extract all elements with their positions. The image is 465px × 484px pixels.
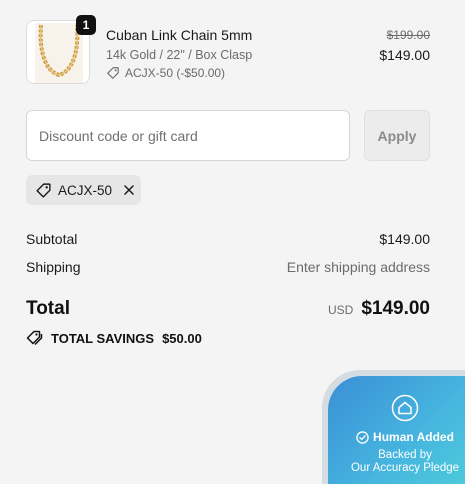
apply-button[interactable]: Apply bbox=[364, 110, 430, 161]
shipping-label: Shipping bbox=[26, 259, 81, 275]
total-amount: $149.00 bbox=[361, 298, 430, 319]
savings-label: TOTAL SAVINGS bbox=[51, 330, 155, 346]
subtotal-value: $149.00 bbox=[379, 231, 430, 247]
subtotal-label: Subtotal bbox=[26, 231, 78, 247]
item-price: $149.00 bbox=[379, 47, 430, 63]
currency-code: USD bbox=[327, 303, 354, 317]
discount-code-input[interactable] bbox=[26, 110, 350, 161]
badge-title-row: Human Added bbox=[328, 430, 465, 444]
subtotal-row: Subtotal $149.00 bbox=[26, 231, 430, 249]
shipping-value: Enter shipping address bbox=[286, 259, 430, 275]
savings-value: $50.00 bbox=[162, 330, 202, 346]
quantity-badge: 1 bbox=[76, 15, 96, 35]
tag-icon bbox=[36, 182, 51, 198]
accuracy-pledge-badge[interactable]: Human Added Backed by Our Accuracy Pledg… bbox=[322, 370, 465, 484]
badge-panel: Human Added Backed by Our Accuracy Pledg… bbox=[328, 376, 465, 484]
badge-title: Human Added bbox=[373, 430, 454, 444]
applied-discount-chip: ACJX-50 bbox=[26, 175, 141, 205]
tags-icon bbox=[26, 330, 43, 346]
total-amount-group: USD $149.00 bbox=[328, 298, 430, 320]
close-icon[interactable] bbox=[122, 183, 136, 197]
total-savings: TOTAL SAVINGS $50.00 bbox=[26, 329, 202, 347]
original-price: $199.00 bbox=[386, 28, 430, 42]
shield-house-icon bbox=[391, 394, 419, 422]
badge-line-1: Backed by bbox=[378, 449, 432, 461]
tag-icon bbox=[107, 67, 119, 79]
line-item-discount-text: ACJX-50 (-$50.00) bbox=[125, 66, 226, 80]
product-name: Cuban Link Chain 5mm bbox=[106, 27, 253, 43]
applied-discount-code: ACJX-50 bbox=[58, 182, 113, 198]
total-label: Total bbox=[26, 298, 70, 319]
line-item: 1 Cuban Link Chain 5mm 14k Gold / 22" / … bbox=[26, 15, 430, 86]
badge-subtitle: Backed by Our Accuracy Pledge bbox=[328, 449, 465, 475]
shipping-row: Shipping Enter shipping address bbox=[26, 259, 430, 277]
line-item-discount: ACJX-50 (-$50.00) bbox=[106, 66, 225, 80]
product-variant: 14k Gold / 22" / Box Clasp bbox=[106, 48, 253, 62]
check-circle-icon bbox=[356, 430, 369, 444]
badge-line-2: Our Accuracy Pledge bbox=[350, 462, 460, 474]
